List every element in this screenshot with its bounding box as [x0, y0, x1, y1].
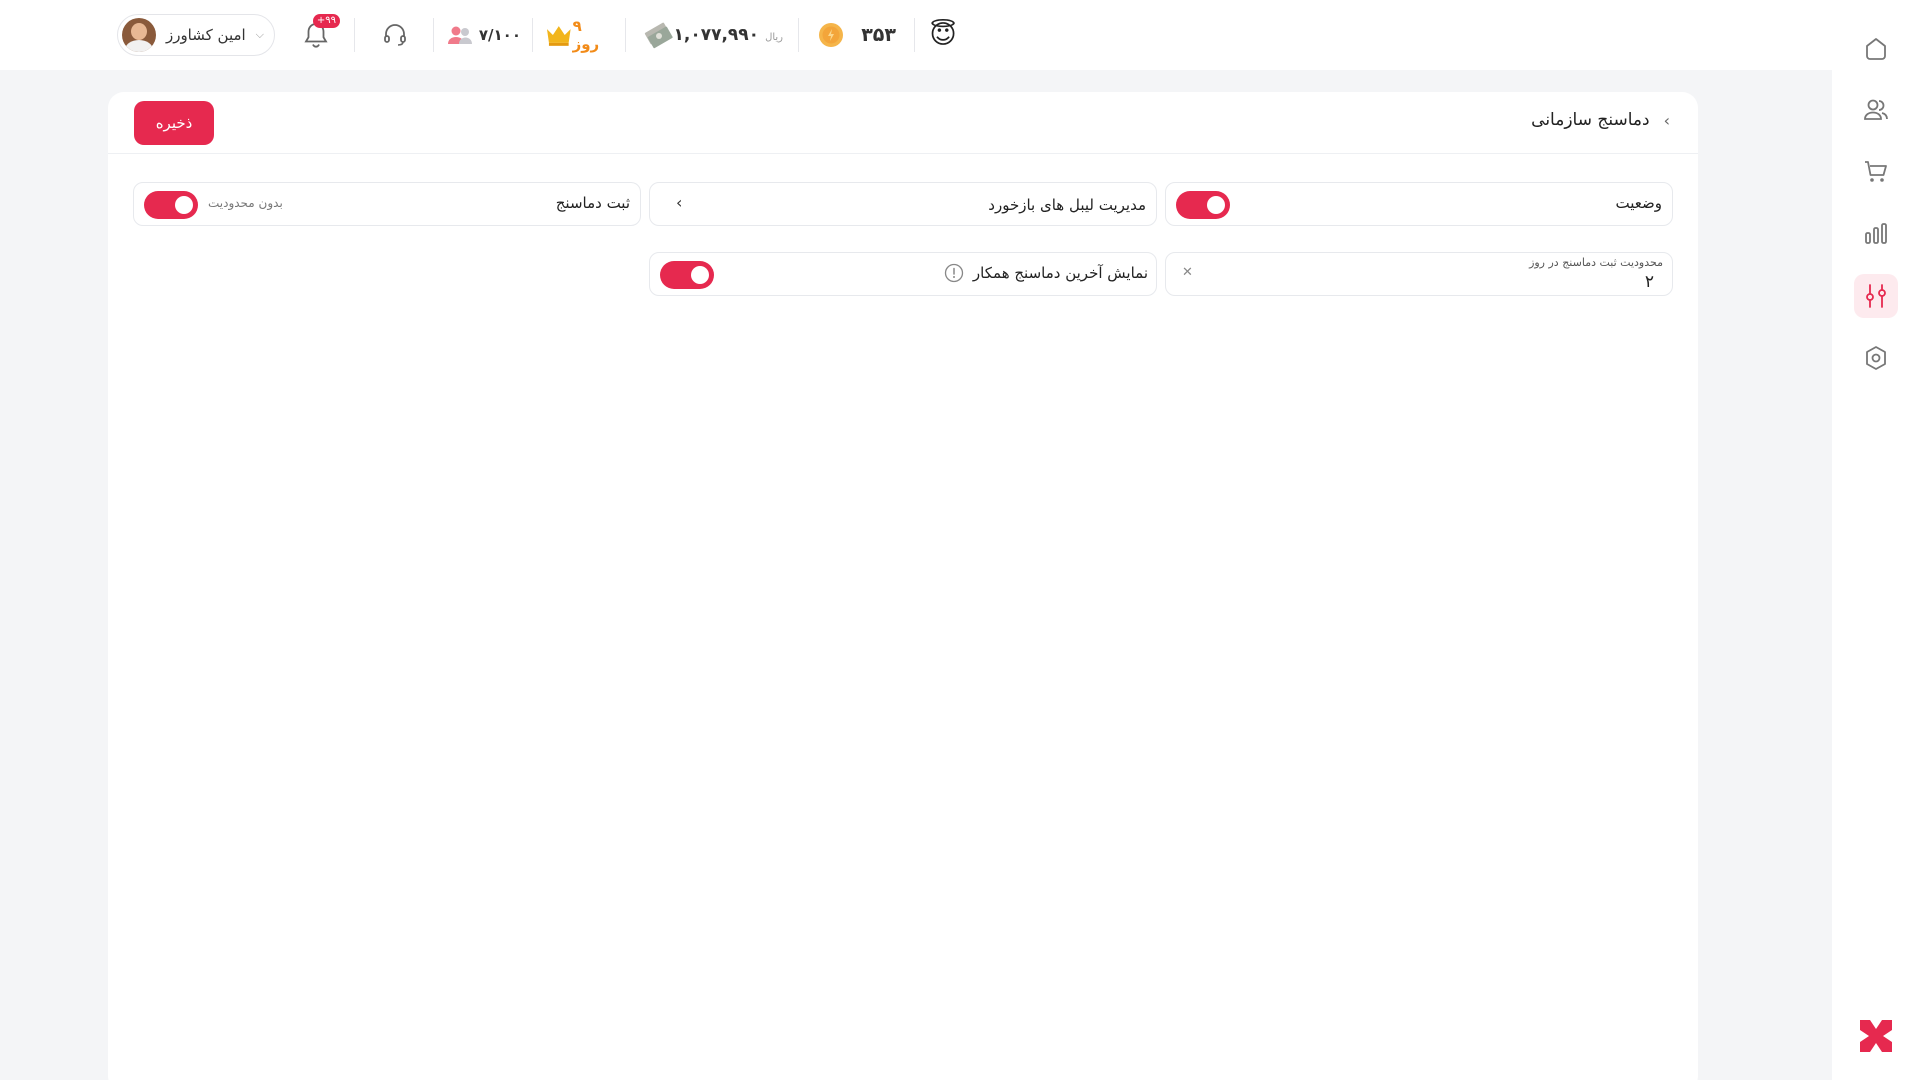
status-toggle[interactable]	[1176, 191, 1230, 219]
coins-stat: ۳۵۳	[818, 14, 896, 56]
cart-icon	[1865, 161, 1887, 182]
users-icon	[1864, 99, 1888, 120]
balance-amount: ۱,۰۷۷,۹۹۰	[673, 25, 760, 45]
divider	[354, 18, 355, 52]
sidebar-item-settings-sliders[interactable]	[1854, 274, 1898, 318]
register-note: بدون محدودیت	[208, 196, 283, 210]
notifications-button[interactable]: +۹۹	[296, 14, 340, 56]
register-toggle[interactable]	[144, 191, 198, 219]
user-menu[interactable]: امین کشاورز ⌵	[117, 14, 275, 56]
chevron-down-icon: ⌵	[255, 28, 264, 41]
chevron-right-icon: ›	[676, 193, 683, 212]
sidebar-item-cart[interactable]	[1854, 150, 1898, 194]
daily-limit-field[interactable]: محدودیت ثبت دماسنج در روز ۲ ✕	[1165, 252, 1673, 296]
balance-stat: ۱,۰۷۷,۹۹۰ ریال	[643, 14, 783, 56]
show-last-field: نمایش آخرین دماسنج همکار	[649, 252, 1157, 296]
clear-icon[interactable]: ✕	[1182, 265, 1193, 280]
sidebar-item-settings[interactable]	[1854, 336, 1898, 380]
divider	[532, 18, 533, 52]
sidebar-item-users[interactable]	[1854, 88, 1898, 132]
crown-icon	[546, 26, 571, 46]
subscription-days: ۹ روز	[572, 17, 600, 53]
sidebar-item-home[interactable]	[1854, 26, 1898, 70]
headset-icon	[384, 24, 406, 46]
save-button[interactable]: ذخیره	[134, 101, 214, 145]
divider	[798, 18, 799, 52]
notification-badge: +۹۹	[312, 14, 340, 28]
show-last-label: نمایش آخرین دماسنج همکار	[972, 264, 1148, 282]
divider	[433, 18, 434, 52]
sliders-icon	[1866, 284, 1886, 308]
balance-value: ۱,۰۷۷,۹۹۰ ریال	[674, 25, 784, 45]
page-title-wrap: › دماسنج سازمانی	[1531, 110, 1670, 130]
balance-unit: ریال	[765, 32, 783, 43]
coin-icon	[819, 23, 843, 47]
users-icon	[448, 26, 472, 44]
money-icon	[644, 22, 673, 49]
users-stat: ۷/۱۰۰	[447, 14, 521, 56]
chart-icon	[1865, 223, 1887, 244]
status-field: وضعیت	[1165, 182, 1673, 226]
subscription-stat: ۹ روز	[545, 14, 613, 56]
feedback-labels-label: مدیریت لیبل های بازخورد	[988, 196, 1146, 214]
settings-card: ذخیره › دماسنج سازمانی وضعیت مدیریت لیبل…	[108, 92, 1698, 1080]
divider	[625, 18, 626, 52]
daily-limit-value[interactable]: ۲	[1645, 272, 1654, 292]
top-bar: امین کشاورز ⌵ +۹۹ ۷/۱۰۰ ۹ روز ۱,۰۷۷,۹۹۰ …	[0, 0, 1832, 70]
register-label: ثبت دماسنج	[555, 194, 630, 212]
status-label: وضعیت	[1615, 194, 1662, 212]
card-header: ذخیره › دماسنج سازمانی	[108, 92, 1698, 154]
mood-emoji[interactable]: 😇	[928, 14, 958, 56]
sidebar	[1832, 0, 1920, 1080]
user-name: امین کشاورز	[165, 26, 246, 44]
daily-limit-label: محدودیت ثبت دماسنج در روز	[1529, 256, 1663, 269]
show-last-toggle[interactable]	[660, 261, 714, 289]
brand-logo	[1860, 1020, 1892, 1052]
info-icon[interactable]	[944, 263, 964, 283]
register-field: ثبت دماسنج بدون محدودیت	[133, 182, 641, 226]
back-chevron-icon[interactable]: ›	[1664, 111, 1670, 130]
users-count: ۷/۱۰۰	[478, 26, 521, 44]
divider	[914, 18, 915, 52]
feedback-labels-link[interactable]: مدیریت لیبل های بازخورد ›	[649, 182, 1157, 226]
hexagon-settings-icon	[1866, 346, 1886, 370]
coins-value: ۳۵۳	[861, 24, 896, 46]
support-button[interactable]	[378, 14, 412, 56]
page-title: دماسنج سازمانی	[1531, 110, 1650, 130]
sidebar-item-reports[interactable]	[1854, 212, 1898, 256]
avatar	[122, 18, 156, 52]
home-icon	[1866, 38, 1886, 60]
